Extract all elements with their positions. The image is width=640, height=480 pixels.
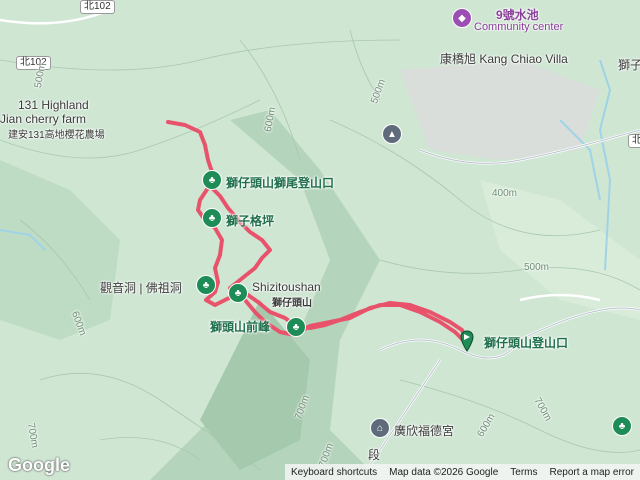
community-center-label[interactable]: Community center [474, 21, 563, 33]
tail-trailhead-label[interactable]: 獅仔頭山獅尾登山口 [226, 174, 334, 191]
highland-label-en1[interactable]: 131 Highland [18, 98, 89, 112]
road-shield: 北 [628, 134, 640, 148]
tree-icon[interactable]: ♣ [228, 283, 248, 303]
shizitoushan-zh-label[interactable]: 獅仔頭山 [272, 294, 312, 309]
highland-label-zh[interactable]: 建安131高地櫻花農場 [8, 126, 105, 141]
road-partial-label: 段 [368, 448, 381, 462]
community-center-icon[interactable]: ◆ [452, 8, 472, 28]
lion-partial-label: 獅子 [618, 58, 640, 72]
attribution-bar: Keyboard shortcuts Map data ©2026 Google… [284, 464, 640, 480]
trailhead-label[interactable]: 獅仔頭山登山口 [484, 334, 568, 351]
google-logo: Google [8, 455, 70, 475]
tree-icon[interactable]: ♣ [196, 275, 216, 295]
peak-label[interactable]: 獅頭山前峰 [210, 318, 270, 335]
contour-label: 500m [524, 262, 550, 273]
highland-label-en2[interactable]: Jian cherry farm [0, 112, 86, 126]
terms-link[interactable]: Terms [504, 467, 543, 478]
report-error-link[interactable]: Report a map error [544, 467, 640, 478]
keyboard-shortcuts-link[interactable]: Keyboard shortcuts [285, 467, 383, 478]
map-data-text: Map data ©2026 Google [389, 466, 499, 478]
guanyin-label[interactable]: 觀音洞 | 佛祖洞 [100, 279, 182, 296]
temple-icon[interactable]: ⌂ [370, 418, 390, 438]
contour-label: 400m [492, 188, 518, 199]
temple-label[interactable]: 廣欣福德宮 [394, 422, 454, 439]
ping-label[interactable]: 獅子格坪 [226, 212, 274, 229]
villa-label[interactable]: 康橋旭 Kang Chiao Villa [440, 50, 568, 67]
graduation-cap-icon[interactable]: ▲ [382, 124, 402, 144]
tree-icon[interactable]: ♣ [202, 170, 222, 190]
shizitoushan-en-label[interactable]: Shizitoushan [252, 280, 321, 294]
tree-icon[interactable]: ♣ [202, 208, 222, 228]
road-shield: 北102 [80, 0, 115, 14]
tree-icon[interactable]: ♣ [286, 317, 306, 337]
tree-icon[interactable]: ♣ [612, 416, 632, 436]
